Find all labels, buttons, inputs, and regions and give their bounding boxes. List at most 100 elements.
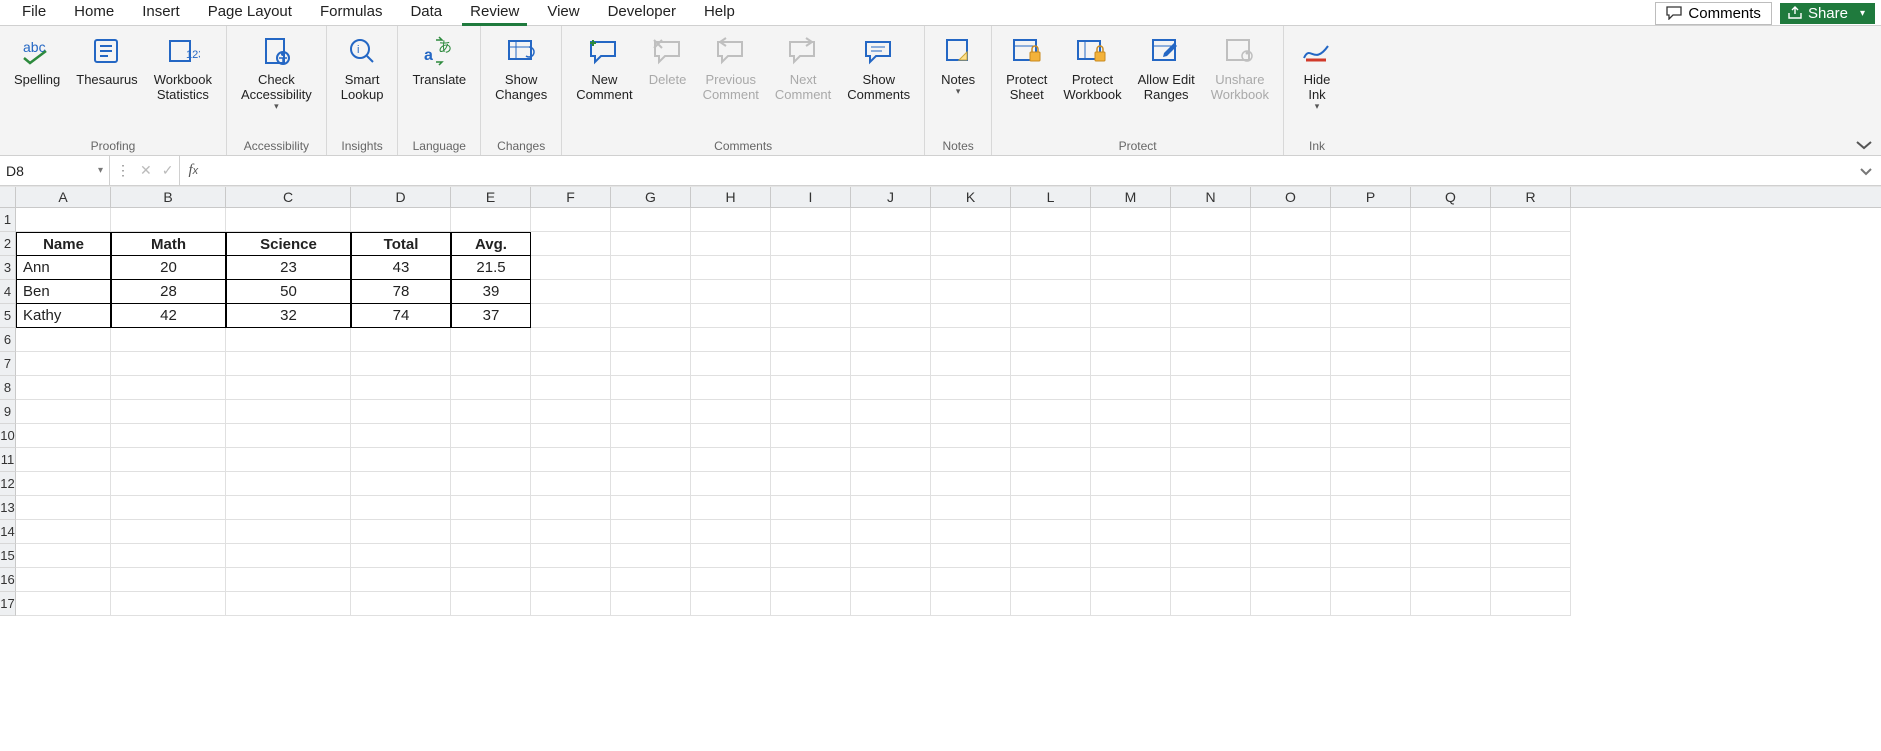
cell[interactable]: [531, 400, 611, 424]
cell[interactable]: 43: [351, 256, 451, 280]
cell[interactable]: [16, 352, 111, 376]
col-header-H[interactable]: H: [691, 187, 771, 207]
cell[interactable]: [16, 568, 111, 592]
cell[interactable]: [1411, 448, 1491, 472]
cell[interactable]: [931, 352, 1011, 376]
cell[interactable]: [611, 592, 691, 616]
cell[interactable]: [1011, 448, 1091, 472]
cell[interactable]: [1331, 472, 1411, 496]
cell[interactable]: [226, 208, 351, 232]
spelling-button[interactable]: abc Spelling: [8, 30, 66, 87]
cell[interactable]: [111, 520, 226, 544]
cell[interactable]: [931, 232, 1011, 256]
cell[interactable]: [1091, 328, 1171, 352]
cell[interactable]: [1091, 280, 1171, 304]
cell[interactable]: [1091, 304, 1171, 328]
cell[interactable]: [851, 592, 931, 616]
cell[interactable]: [1251, 568, 1331, 592]
cell[interactable]: [1331, 592, 1411, 616]
cell[interactable]: [1251, 208, 1331, 232]
row-header[interactable]: 9: [0, 400, 16, 424]
cell[interactable]: [531, 592, 611, 616]
smart-lookup-button[interactable]: i Smart Lookup: [335, 30, 390, 102]
cell[interactable]: [1011, 232, 1091, 256]
cell[interactable]: [1411, 352, 1491, 376]
row-header[interactable]: 17: [0, 592, 16, 616]
cell[interactable]: [1251, 520, 1331, 544]
cell[interactable]: [111, 592, 226, 616]
cell[interactable]: [771, 328, 851, 352]
cell[interactable]: [851, 280, 931, 304]
cell[interactable]: [1491, 424, 1571, 448]
cell[interactable]: [451, 352, 531, 376]
cell[interactable]: [611, 328, 691, 352]
cell[interactable]: [1411, 208, 1491, 232]
cell[interactable]: [111, 568, 226, 592]
cell[interactable]: [771, 352, 851, 376]
cell[interactable]: [851, 376, 931, 400]
cell[interactable]: [1251, 448, 1331, 472]
cell[interactable]: [1491, 520, 1571, 544]
enter-formula-icon[interactable]: ✓: [162, 162, 174, 179]
cell[interactable]: [16, 448, 111, 472]
cell[interactable]: [531, 280, 611, 304]
cell[interactable]: [1331, 328, 1411, 352]
cell[interactable]: [771, 280, 851, 304]
protect-sheet-button[interactable]: Protect Sheet: [1000, 30, 1053, 102]
cell[interactable]: [1091, 448, 1171, 472]
cell[interactable]: [1011, 400, 1091, 424]
row-header[interactable]: 8: [0, 376, 16, 400]
cell[interactable]: [1171, 256, 1251, 280]
cell[interactable]: [16, 424, 111, 448]
cell[interactable]: [226, 592, 351, 616]
cell[interactable]: [611, 544, 691, 568]
cell[interactable]: [851, 328, 931, 352]
cell[interactable]: [531, 520, 611, 544]
cell[interactable]: [851, 424, 931, 448]
cell[interactable]: [16, 328, 111, 352]
cell[interactable]: Name: [16, 232, 111, 256]
cell[interactable]: [451, 208, 531, 232]
cell[interactable]: [1491, 448, 1571, 472]
cell[interactable]: [771, 208, 851, 232]
cell[interactable]: [451, 544, 531, 568]
cell[interactable]: [771, 520, 851, 544]
cell[interactable]: [1331, 376, 1411, 400]
row-header[interactable]: 3: [0, 256, 16, 280]
tab-file[interactable]: File: [8, 0, 60, 25]
cell[interactable]: [531, 568, 611, 592]
hide-ink-button[interactable]: Hide Ink ▾: [1292, 30, 1342, 110]
cell[interactable]: [1091, 544, 1171, 568]
cell[interactable]: [1171, 304, 1251, 328]
cell[interactable]: [1011, 280, 1091, 304]
cancel-formula-icon[interactable]: ✕: [140, 162, 152, 179]
cell[interactable]: [1011, 472, 1091, 496]
cell[interactable]: [771, 256, 851, 280]
cell[interactable]: [931, 496, 1011, 520]
cell[interactable]: [16, 520, 111, 544]
row-header[interactable]: 5: [0, 304, 16, 328]
cell[interactable]: Total: [351, 232, 451, 256]
cell[interactable]: [226, 448, 351, 472]
cell[interactable]: [531, 544, 611, 568]
col-header-E[interactable]: E: [451, 187, 531, 207]
cell[interactable]: [1411, 496, 1491, 520]
cell[interactable]: [531, 424, 611, 448]
col-header-M[interactable]: M: [1091, 187, 1171, 207]
cell[interactable]: [691, 232, 771, 256]
row-header[interactable]: 14: [0, 520, 16, 544]
cell[interactable]: [1251, 544, 1331, 568]
allow-edit-ranges-button[interactable]: Allow Edit Ranges: [1132, 30, 1201, 102]
show-comments-button[interactable]: Show Comments: [841, 30, 916, 102]
spreadsheet-grid[interactable]: A B C D E F G H I J K L M N O P Q R 12Na…: [0, 186, 1881, 616]
cell[interactable]: [1251, 280, 1331, 304]
cell[interactable]: [1011, 328, 1091, 352]
cell[interactable]: [1411, 280, 1491, 304]
tab-home[interactable]: Home: [60, 0, 128, 25]
cell[interactable]: [351, 448, 451, 472]
cell[interactable]: [531, 304, 611, 328]
col-header-Q[interactable]: Q: [1411, 187, 1491, 207]
cell[interactable]: [1251, 424, 1331, 448]
cell[interactable]: [851, 448, 931, 472]
cell[interactable]: [931, 568, 1011, 592]
